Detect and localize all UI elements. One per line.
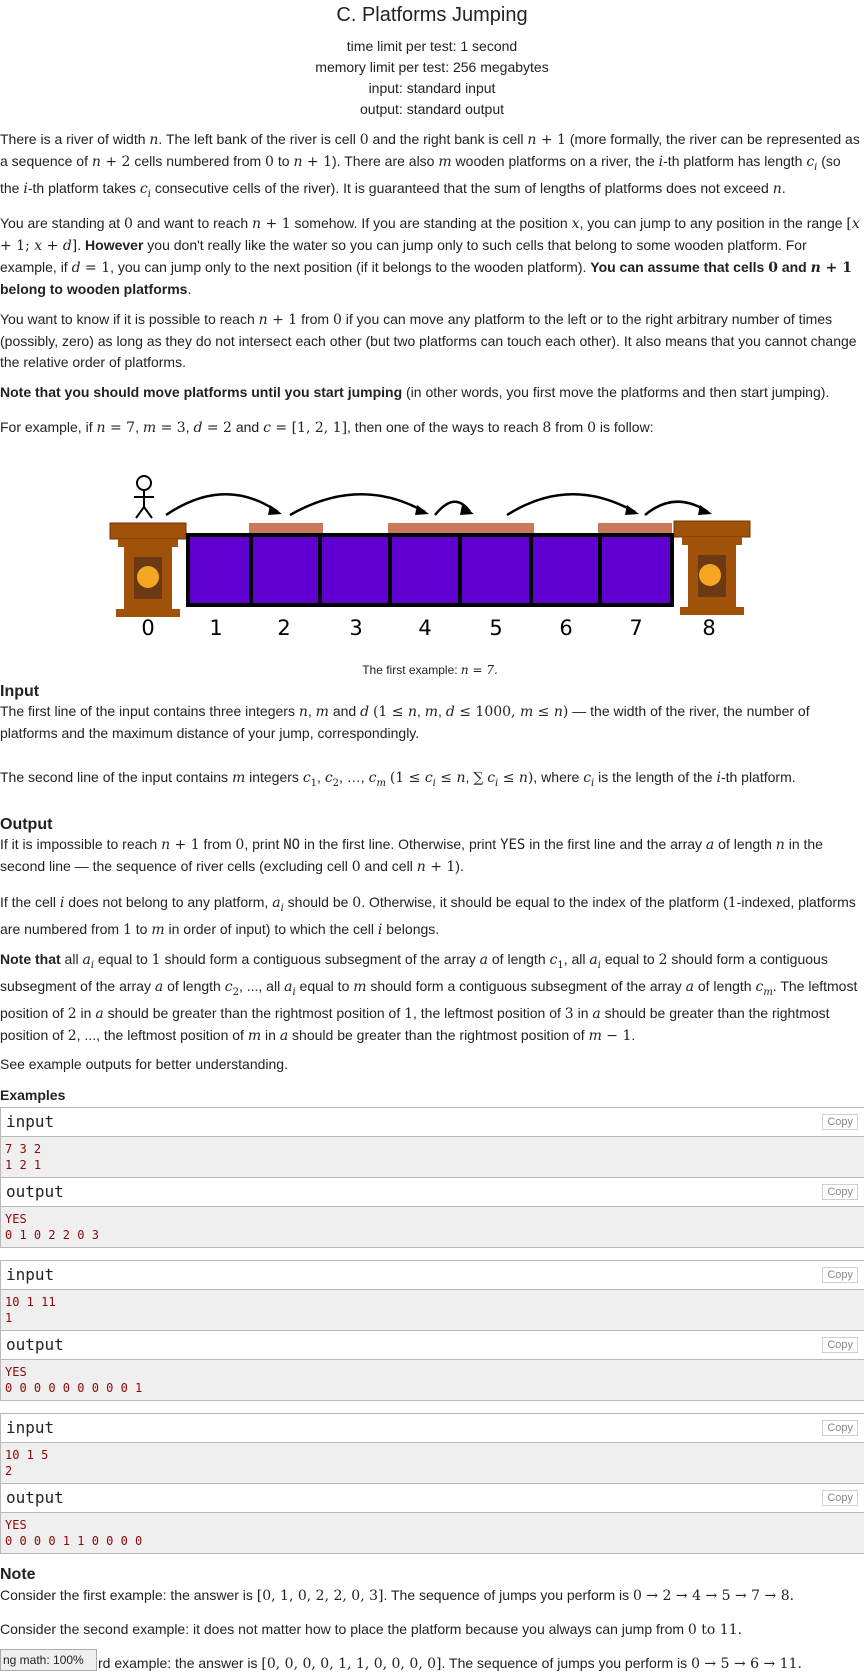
time-limit: time limit per test: 1 second (346, 38, 518, 54)
cell-label: 5 (489, 616, 502, 640)
copy-button[interactable]: Copy (822, 1337, 858, 1353)
output-heading: Output (0, 816, 53, 833)
river-cells (186, 533, 674, 607)
input-heading: Input (0, 683, 40, 700)
sample-input: 7 3 2 1 2 1 (1, 1137, 864, 1178)
copy-button[interactable]: Copy (822, 1114, 858, 1130)
examples-heading: Examples (0, 1087, 66, 1103)
example-2: input Copy 10 1 11 1 output Copy YES 0 0 0… (0, 1260, 864, 1401)
legend-paragraph-5: For example, if n = 7, m = 3, d = 2 and … (0, 419, 654, 436)
input-label: input (6, 1112, 55, 1131)
legend-paragraph-4: Note that you should move platforms unti… (0, 384, 830, 400)
example-illustration: 0 1 2 3 4 5 6 7 8 (109, 475, 751, 640)
sample-output: YES 0 0 0 0 1 1 0 0 0 0 (1, 1513, 864, 1553)
sample-output: YES 0 0 0 0 0 0 0 0 0 1 (1, 1360, 864, 1400)
status-badge[interactable]: ng math: 100% (0, 1649, 97, 1671)
right-bank-pedestal-icon (673, 520, 751, 615)
input-paragraph-2: The second line of the input contains m … (0, 769, 796, 789)
cell-label: 4 (418, 616, 431, 640)
cell-label: 8 (702, 616, 715, 640)
cell-label: 3 (349, 616, 362, 640)
output-label: output (6, 1182, 64, 1201)
input-label: input (6, 1265, 55, 1284)
note-section: Note Consider the first example: the ans… (0, 1566, 860, 1675)
output-label: output (6, 1488, 64, 1507)
output-paragraph-2: If the cell i does not belong to any pla… (0, 894, 856, 938)
copy-button[interactable]: Copy (822, 1184, 858, 1200)
copy-button[interactable]: Copy (822, 1490, 858, 1506)
cell-label: 0 (141, 616, 154, 640)
platforms (249, 523, 672, 533)
problem-title: C. Platforms Jumping (336, 4, 528, 26)
figure-caption: The first example: n = 7. (362, 663, 498, 677)
note-heading: Note (0, 1566, 36, 1583)
legend-paragraph-2: You are standing at 0 and want to reach … (0, 215, 860, 297)
cell-label: 6 (559, 616, 572, 640)
example-1: input Copy 7 3 2 1 2 1 output Copy YES 0 1… (0, 1107, 864, 1248)
output-section: Output If it is impossible to reach n + … (0, 816, 860, 878)
stick-figure-icon (134, 475, 154, 519)
sample-input: 10 1 5 2 (1, 1443, 864, 1484)
sample-output: YES 0 1 0 2 2 0 3 (1, 1207, 864, 1247)
memory-limit: memory limit per test: 256 megabytes (315, 59, 549, 75)
output-paragraph-3: Note that all ai equal to 1 should form … (0, 951, 858, 1044)
input-file: input: standard input (368, 80, 496, 96)
copy-button[interactable]: Copy (822, 1267, 858, 1283)
problem-header: time limit per test: 1 second memory lim… (0, 36, 864, 120)
output-file: output: standard output (360, 101, 504, 117)
cell-label: 1 (209, 616, 222, 640)
input-section: Input The first line of the input contai… (0, 683, 860, 744)
legend-paragraph-1: There is a river of width n. The left ba… (0, 131, 860, 200)
output-label: output (6, 1335, 64, 1354)
copy-button[interactable]: Copy (822, 1420, 858, 1436)
output-paragraph-4: See example outputs for better understan… (0, 1056, 288, 1072)
input-label: input (6, 1418, 55, 1437)
legend-paragraph-3: You want to know if it is possible to re… (0, 311, 857, 370)
example-3: input Copy 10 1 5 2 output Copy YES 0 0 0 … (0, 1413, 864, 1554)
sample-input: 10 1 11 1 (1, 1290, 864, 1331)
left-bank-pedestal-icon (109, 522, 187, 617)
cell-label: 7 (629, 616, 642, 640)
cell-label: 2 (277, 616, 290, 640)
